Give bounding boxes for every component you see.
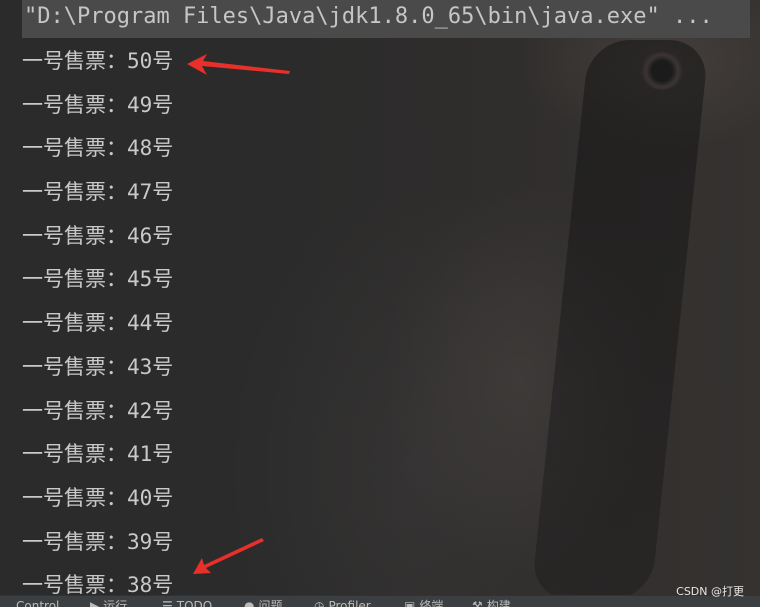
console-line: 一号售票：41号 bbox=[22, 442, 174, 467]
console-line: 一号售票：47号 bbox=[22, 180, 174, 205]
run-icon: ▶ bbox=[90, 599, 100, 607]
tool-window-problems[interactable]: ● 问题 bbox=[244, 599, 283, 607]
tool-window-terminal[interactable]: ▣ 终端 bbox=[404, 599, 443, 607]
annotation-arrow-top bbox=[187, 54, 290, 75]
todo-icon: ☰ bbox=[162, 599, 173, 607]
background-photo-eye bbox=[640, 52, 684, 90]
console-line: 一号售票：45号 bbox=[22, 267, 174, 292]
tool-window-label: 运行 bbox=[103, 599, 128, 607]
csdn-watermark: CSDN @打更 bbox=[676, 585, 744, 598]
command-line: "D:\Program Files\Java\jdk1.8.0_65\bin\j… bbox=[22, 0, 750, 38]
tool-window-run[interactable]: ▶ 运行 bbox=[90, 599, 127, 607]
console-line: 一号售票：39号 bbox=[22, 529, 174, 554]
console-line: 一号售票：49号 bbox=[22, 92, 174, 117]
console-line: 一号售票：50号 bbox=[22, 49, 174, 73]
console-line: 一号售票：48号 bbox=[22, 136, 174, 161]
console-line: 一号售票：44号 bbox=[22, 311, 174, 336]
background-photo-hair bbox=[530, 40, 710, 600]
console-line: 一号售票：43号 bbox=[22, 354, 174, 379]
console-output: 一号售票：50号 一号售票：49号 一号售票：48号 一号售票：47号 一号售票… bbox=[22, 44, 173, 607]
run-console: "D:\Program Files\Java\jdk1.8.0_65\bin\j… bbox=[0, 0, 760, 607]
tool-window-build[interactable]: ⚒ 构建 bbox=[472, 599, 511, 607]
bottom-tool-window-bar: Control ▶ 运行 ☰ TODO ● 问题 ◷ Profiler ▣ 终端 ⚒ 构建 bbox=[0, 595, 760, 607]
tool-window-label: 构建 bbox=[486, 599, 511, 607]
tool-window-label: Control bbox=[16, 599, 60, 607]
problems-icon: ● bbox=[244, 599, 255, 607]
tool-window-label: TODO bbox=[176, 599, 213, 607]
console-line: 一号售票：46号 bbox=[22, 223, 174, 248]
profiler-icon: ◷ bbox=[314, 599, 325, 607]
build-icon: ⚒ bbox=[472, 599, 483, 607]
tool-window-label: Profiler bbox=[328, 599, 371, 607]
console-line: 一号售票：42号 bbox=[22, 398, 174, 423]
tool-window-todo[interactable]: ☰ TODO bbox=[162, 599, 212, 607]
annotation-arrow-bottom bbox=[193, 538, 264, 574]
tool-window-label: 问题 bbox=[258, 599, 283, 607]
tool-window-label: 终端 bbox=[419, 599, 444, 607]
tool-window-control[interactable]: Control bbox=[16, 599, 59, 607]
terminal-icon: ▣ bbox=[404, 599, 416, 607]
tool-window-profiler[interactable]: ◷ Profiler bbox=[314, 599, 371, 607]
console-line: 一号售票：40号 bbox=[22, 485, 174, 510]
